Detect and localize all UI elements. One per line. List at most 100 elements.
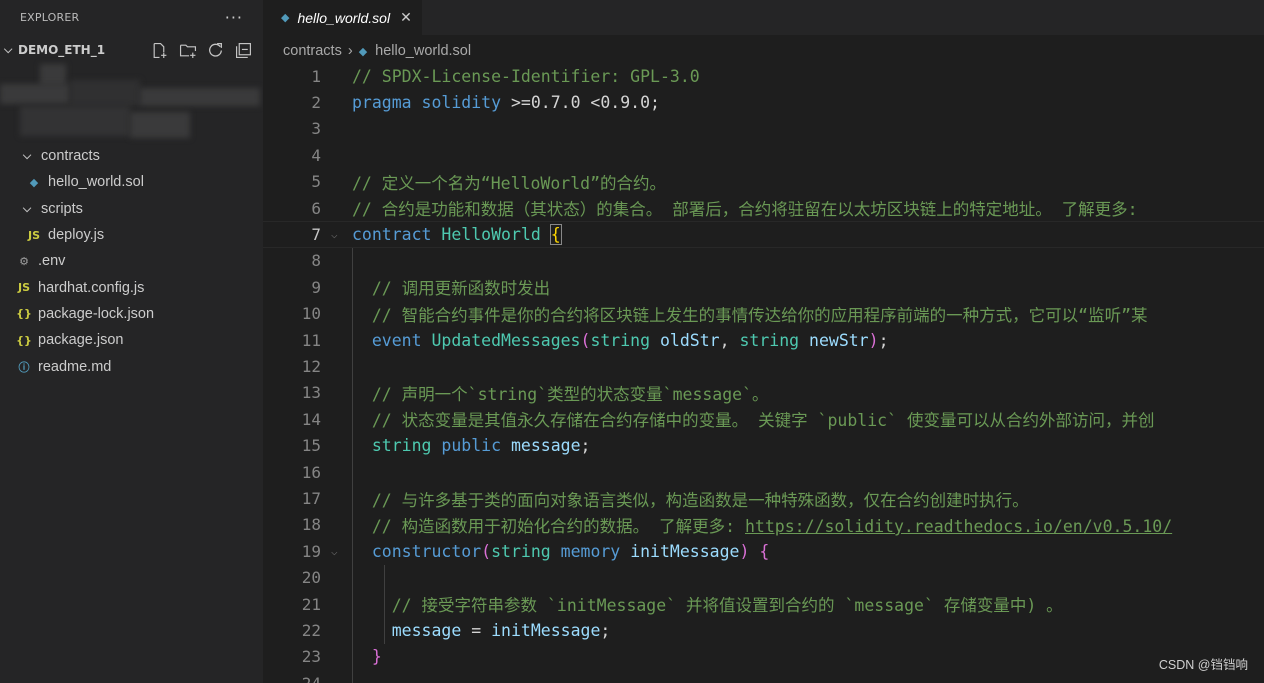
code-token: , xyxy=(719,330,740,350)
code-editor[interactable]: 1 // SPDX-License-Identifier: GPL-3.0 2 pra… xyxy=(263,64,1264,683)
code-token: ( xyxy=(481,541,492,561)
line-number: 5 xyxy=(311,172,321,192)
code-line[interactable]: 23 } xyxy=(263,644,1264,670)
code-token: oldStr xyxy=(659,330,720,350)
code-line[interactable]: 8 xyxy=(263,248,1264,274)
tree-item-label: deploy.js xyxy=(48,227,105,244)
code-token: >=0.7.0 <0.9.0; xyxy=(501,93,660,113)
code-line[interactable]: 19 ⌵ constructor(string memory initMessag… xyxy=(263,538,1264,564)
ellipsis-icon[interactable]: ··· xyxy=(225,8,243,27)
fold-chevron-icon[interactable]: ⌵ xyxy=(331,545,338,558)
code-token: ; xyxy=(580,436,591,456)
code-token: // 与许多基于类的面向对象语言类似，构造函数是一种特殊函数，仅在合约创建时执行… xyxy=(352,490,1029,510)
collapse-all-icon[interactable] xyxy=(234,41,253,60)
code-line[interactable]: 22 message = initMessage; xyxy=(263,617,1264,643)
line-number: 19 xyxy=(301,541,321,561)
code-line[interactable]: 7 ⌵ contract HelloWorld { xyxy=(263,221,1264,247)
indent-guide xyxy=(352,247,353,683)
line-number: 24 xyxy=(263,674,321,683)
code-line[interactable]: 17 // 与许多基于类的面向对象语言类似，构造函数是一种特殊函数，仅在合约创建… xyxy=(263,485,1264,511)
tree-item[interactable]: ⌵ contracts xyxy=(0,143,263,169)
tree-item[interactable]: {} package-lock.json xyxy=(0,301,263,327)
code-line[interactable]: 16 xyxy=(263,459,1264,485)
fold-chevron-icon[interactable]: ⌵ xyxy=(331,228,338,241)
code-text: // 调用更新函数时发出 xyxy=(352,275,550,299)
code-line[interactable]: 13 // 声明一个`string`类型的状态变量`message`。 xyxy=(263,380,1264,406)
tree-item[interactable]: JS deploy.js xyxy=(0,222,263,248)
tree-item[interactable]: JS hardhat.config.js xyxy=(0,274,263,300)
explorer-sidebar: EXPLORER ··· ⌵ DEMO_ETH_1 ⌵ contracts ◆ he xyxy=(0,0,263,683)
tree-item-label: scripts xyxy=(41,200,83,217)
code-token: initMessage xyxy=(630,541,740,561)
code-token: } xyxy=(371,647,382,667)
code-line[interactable]: 18 // 构造函数用于初始化合约的数据。 了解更多: https://soli… xyxy=(263,512,1264,538)
code-line[interactable]: 3 xyxy=(263,116,1264,142)
code-text: // 声明一个`string`类型的状态变量`message`。 xyxy=(352,381,769,405)
solidity-file-icon: ◆ xyxy=(29,175,39,189)
code-line[interactable]: 21 // 接受字符串参数 `initMessage` 并将值设置到合约的 `m… xyxy=(263,591,1264,617)
tree-item[interactable]: {} package.json xyxy=(0,327,263,353)
watermark: CSDN @铛铛响 xyxy=(1158,658,1248,672)
code-token: ; xyxy=(600,621,611,641)
code-token: { xyxy=(759,541,770,561)
line-number: 8 xyxy=(311,251,321,271)
code-line[interactable]: 15 string public message; xyxy=(263,433,1264,459)
new-folder-icon[interactable] xyxy=(178,41,197,60)
line-number: 21 xyxy=(301,594,321,614)
code-text: constructor(string memory initMessage) { xyxy=(352,542,769,561)
project-actions xyxy=(150,41,263,60)
code-token: string xyxy=(371,436,432,456)
breadcrumb-folder[interactable]: contracts xyxy=(283,43,342,59)
code-token: HelloWorld xyxy=(441,225,541,245)
refresh-icon[interactable] xyxy=(206,41,225,60)
solidity-file-icon: ◆ xyxy=(281,12,290,24)
code-line[interactable]: 11 event UpdatedMessages(string oldStr, … xyxy=(263,327,1264,353)
js-file-icon: JS xyxy=(27,228,40,242)
breadcrumb-file[interactable]: hello_world.sol xyxy=(375,43,471,59)
code-token: solidity xyxy=(421,93,502,113)
tree-item[interactable]: ⚙ .env xyxy=(0,248,263,274)
code-token: ; xyxy=(878,330,889,350)
code-token: ) xyxy=(739,541,750,561)
code-line[interactable]: 9 // 调用更新函数时发出 xyxy=(263,274,1264,300)
code-token: // SPDX-License-Identifier: GPL-3.0 xyxy=(352,66,700,86)
tab-hello-world-sol[interactable]: ◆ hello_world.sol ✕ xyxy=(263,0,422,35)
code-line[interactable]: 1 // SPDX-License-Identifier: GPL-3.0 xyxy=(263,64,1264,89)
code-line[interactable]: 4 xyxy=(263,142,1264,168)
tab-label: hello_world.sol xyxy=(297,9,391,26)
new-file-icon[interactable] xyxy=(150,41,169,60)
code-line[interactable]: 12 xyxy=(263,353,1264,379)
code-line[interactable]: 20 xyxy=(263,565,1264,591)
project-root[interactable]: ⌵ DEMO_ETH_1 xyxy=(0,35,263,65)
code-line[interactable]: 2 pragma solidity >=0.7.0 <0.9.0; xyxy=(263,89,1264,115)
close-icon[interactable]: ✕ xyxy=(400,9,412,26)
code-token: // 智能合约事件是你的合约将区块链上发生的事情传达给你的应用程序前端的一种方式… xyxy=(352,305,1148,325)
code-token: initMessage xyxy=(491,621,601,641)
code-token: message xyxy=(510,436,581,456)
code-token: public xyxy=(441,436,502,456)
chevron-down-icon: ⌵ xyxy=(4,43,13,56)
json-file-icon: {} xyxy=(16,333,32,347)
line-number: 9 xyxy=(311,277,321,297)
code-text: event UpdatedMessages(string oldStr, str… xyxy=(352,331,889,350)
tree-item[interactable]: ⓘ readme.md xyxy=(0,353,263,379)
tree-item-label: readme.md xyxy=(38,358,112,375)
code-line[interactable]: 10 // 智能合约事件是你的合约将区块链上发生的事情传达给你的应用程序前端的一… xyxy=(263,301,1264,327)
code-line[interactable]: 14 // 状态变量是其值永久存储在合约存储中的变量。 关键字 `public`… xyxy=(263,406,1264,432)
code-text: message = initMessage; xyxy=(352,621,611,641)
code-line[interactable]: 5 // 定义一个名为“HelloWorld”的合约。 xyxy=(263,169,1264,195)
line-number: 3 xyxy=(311,119,321,139)
tree-item[interactable]: ⌵ scripts xyxy=(0,196,263,222)
js-file-icon: JS xyxy=(17,281,30,295)
code-line[interactable]: 24 xyxy=(263,670,1264,683)
code-line[interactable]: 6 // 合约是功能和数据（其状态）的集合。 部署后，合约将驻留在以太坊区块链上的… xyxy=(263,195,1264,221)
tree-item[interactable]: ◆ hello_world.sol xyxy=(0,169,263,195)
code-token: https://solidity.readthedocs.io/en/v0.5.… xyxy=(744,516,1173,536)
code-text: contract HelloWorld { xyxy=(352,224,562,246)
